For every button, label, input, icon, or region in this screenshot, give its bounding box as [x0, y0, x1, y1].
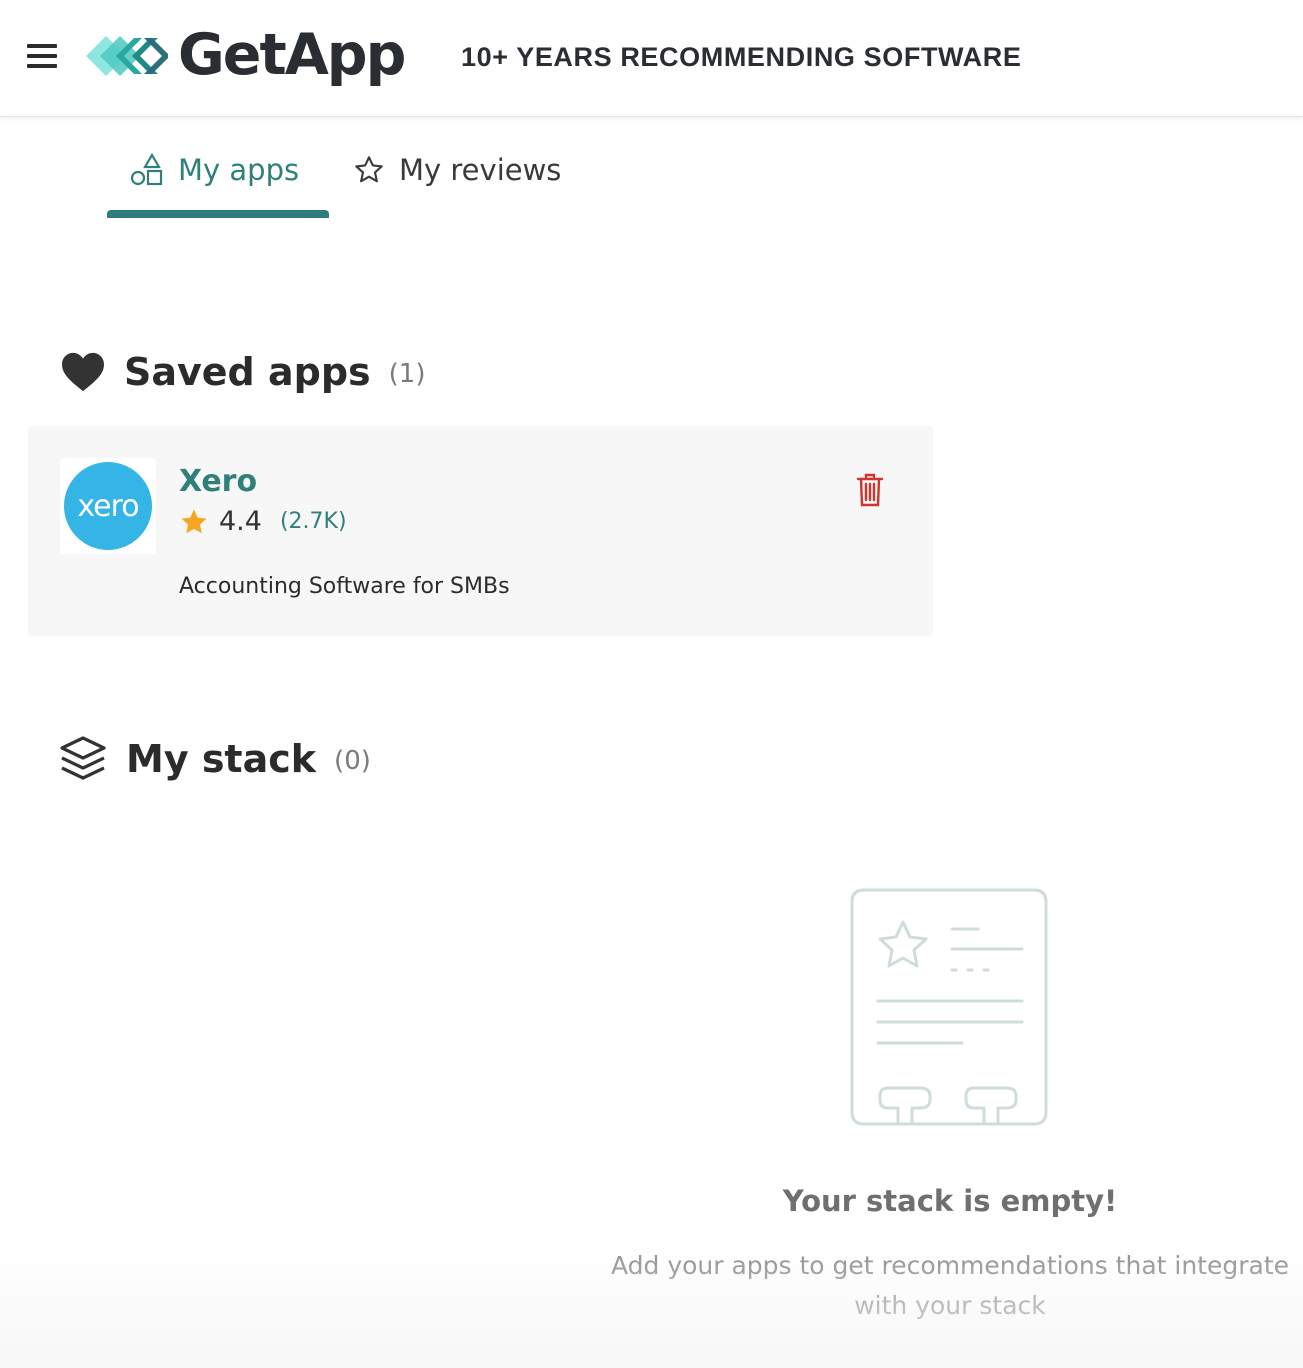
delete-button[interactable] — [854, 472, 886, 508]
brand-name: GetApp — [178, 22, 406, 88]
review-count-link[interactable]: (2.7K) — [280, 509, 347, 534]
empty-stack-message: Add your apps to get recommendations tha… — [610, 1251, 1290, 1320]
my-stack-count: (0) — [334, 746, 371, 776]
empty-stack-illustration — [850, 888, 1048, 1126]
empty-stack-title: Your stack is empty! — [782, 1184, 1118, 1218]
star-outline-icon — [355, 156, 383, 183]
tab-my-apps-label: My apps — [178, 153, 300, 187]
top-header: GetApp 10+ YEARS RECOMMENDING SOFTWARE — [0, 0, 1303, 117]
hamburger-menu-icon[interactable] — [27, 42, 59, 70]
app-logo[interactable]: xero — [60, 458, 156, 554]
tab-my-reviews-label: My reviews — [399, 153, 562, 187]
saved-apps-heading: Saved apps (1) — [60, 350, 426, 394]
star-filled-icon — [181, 509, 207, 533]
getapp-logo-icon — [86, 36, 168, 76]
saved-apps-title: Saved apps — [124, 350, 371, 394]
trash-icon — [856, 473, 884, 507]
heart-icon — [62, 352, 104, 392]
header-tagline: 10+ YEARS RECOMMENDING SOFTWARE — [461, 42, 1022, 72]
app-description: Accounting Software for SMBs — [179, 574, 510, 599]
rating-score: 4.4 — [219, 506, 262, 537]
saved-app-card: xero Xero 4.4 (2.7K) Accounting Software… — [28, 426, 933, 636]
layers-icon — [60, 736, 106, 780]
saved-apps-count: (1) — [388, 359, 426, 389]
app-name-link[interactable]: Xero — [179, 464, 257, 499]
my-stack-title: My stack — [126, 737, 317, 781]
my-stack-heading: My stack (0) — [58, 734, 371, 784]
xero-logo: xero — [64, 462, 152, 550]
app-rating: 4.4 (2.7K) — [179, 506, 347, 537]
tab-my-reviews[interactable]: My reviews — [353, 150, 561, 190]
active-tab-indicator — [107, 210, 329, 218]
shapes-icon — [130, 153, 163, 186]
tab-my-apps[interactable]: My apps — [130, 150, 299, 190]
